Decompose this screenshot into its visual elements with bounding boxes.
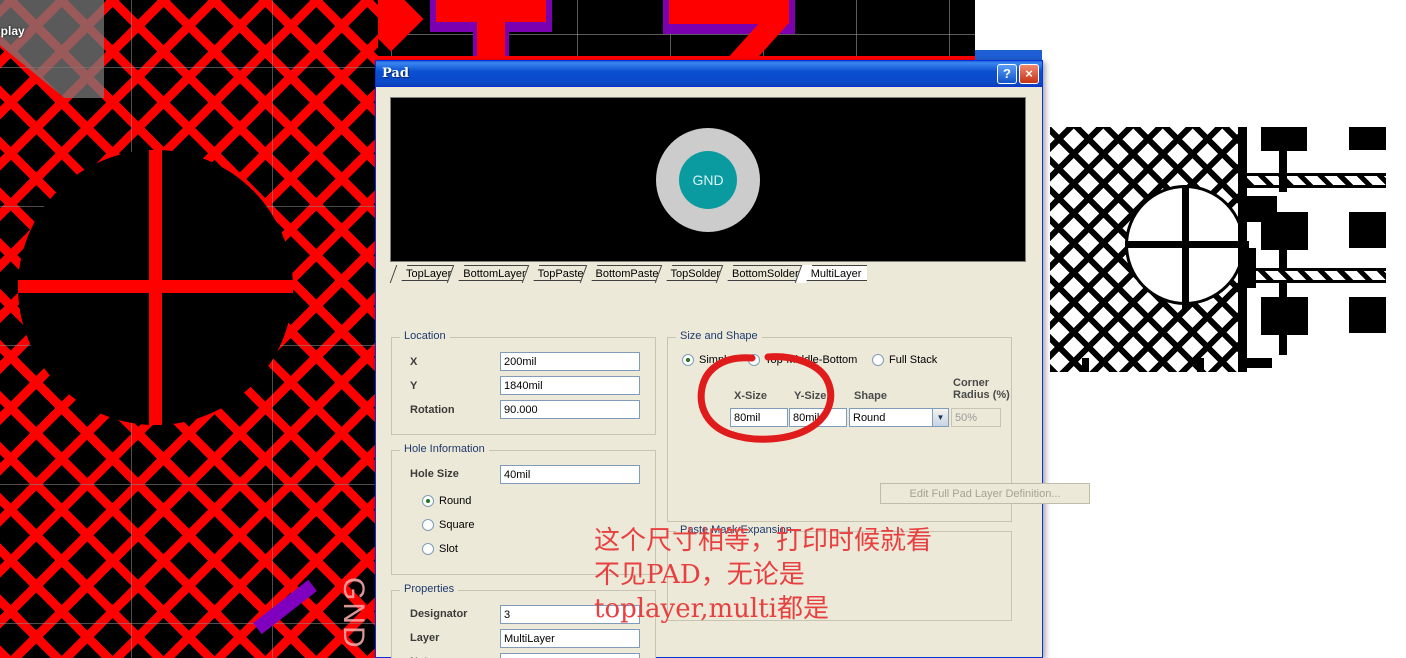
hole-information-group-legend: Hole Information: [400, 443, 489, 455]
y-input[interactable]: 1840mil: [500, 376, 640, 395]
layer-tab-label: MultiLayer: [810, 268, 862, 280]
pad-preview-pane: GND: [390, 97, 1026, 262]
layer-tab-bottomlayer[interactable]: BottomLayer: [455, 265, 532, 281]
y-size-column-header: Y-Size: [794, 390, 827, 402]
display-label: splay: [0, 24, 25, 38]
print-hatch-band: [1247, 173, 1386, 188]
size-and-shape-group-legend: Size and Shape: [676, 330, 762, 342]
properties-group-legend: Properties: [400, 583, 459, 595]
rotation-input[interactable]: 90.000: [500, 400, 640, 419]
size-mode-full-stack-radio[interactable]: Full Stack: [872, 354, 937, 366]
y-size-input[interactable]: 80mil: [789, 408, 847, 427]
print-pad: [1349, 212, 1386, 248]
shape-select-value: Round: [853, 411, 886, 424]
dialog-titlebar[interactable]: Pad ? ×: [376, 61, 1042, 87]
chevron-down-icon[interactable]: ▼: [932, 409, 948, 426]
layer-select[interactable]: MultiLayer: [500, 629, 640, 648]
print-thermal-spoke-horizontal: [1125, 241, 1249, 248]
screen: splay GND Pad: [0, 0, 1406, 658]
radio-dot-icon: [682, 354, 694, 366]
print-pad: [1349, 297, 1386, 333]
layer-tab-label: BottomLayer: [463, 268, 526, 280]
net-select[interactable]: GND: [500, 653, 640, 658]
hole-shape-slot-label: Slot: [439, 543, 458, 555]
dialog-title: Pad: [382, 66, 409, 81]
layer-tab-multilayer[interactable]: MultiLayer: [802, 265, 868, 281]
hole-size-input[interactable]: 40mil: [500, 465, 640, 484]
size-mode-top-middle-bottom-radio[interactable]: Top-Middle-Bottom: [748, 354, 857, 366]
hole-shape-square-label: Square: [439, 519, 475, 531]
hole-size-input-value: 40mil: [504, 469, 531, 481]
hole-shape-slot-radio[interactable]: Slot: [422, 543, 458, 555]
layer-tabstrip: TopLayer BottomLayer TopPaste BottomPast…: [398, 265, 1028, 282]
print-pad: [1349, 127, 1386, 150]
size-mode-full-stack-label: Full Stack: [889, 354, 938, 366]
pad-preview-net-label: GND: [692, 171, 724, 188]
corner-radius-input: 50%: [951, 408, 1001, 427]
print-trace: [1279, 330, 1287, 355]
pcb-canvas-left: splay GND: [0, 0, 378, 658]
hole-shape-square-radio[interactable]: Square: [422, 519, 474, 531]
size-and-shape-group: Size and Shape Simple Top-Middle-Bottom …: [667, 330, 1090, 522]
help-icon[interactable]: ?: [997, 63, 1017, 84]
y-label: Y: [410, 380, 418, 392]
net-label-gnd: GND: [337, 577, 370, 650]
layer-tab-label: BottomSolder: [732, 268, 799, 280]
print-trace: [1238, 358, 1272, 368]
rotation-label: Rotation: [410, 404, 455, 416]
radio-dot-icon: [422, 543, 434, 555]
print-trace: [1197, 358, 1204, 372]
dialog-body: GND TopLayer BottomLayer TopPaste Bottom…: [376, 87, 1090, 658]
hole-shape-round-label: Round: [439, 495, 472, 507]
hole-size-label: Hole Size: [410, 468, 459, 480]
close-icon[interactable]: ×: [1019, 63, 1039, 84]
radio-dot-icon: [422, 495, 434, 507]
size-mode-simple-radio[interactable]: Simple: [682, 354, 733, 366]
radio-dot-icon: [422, 519, 434, 531]
pcb-pad: [436, 0, 546, 22]
radio-dot-icon: [748, 354, 760, 366]
shape-select[interactable]: Round ▼: [849, 408, 949, 427]
size-mode-top-middle-bottom-label: Top-Middle-Bottom: [765, 354, 858, 366]
layer-label: Layer: [410, 632, 440, 644]
thermal-spoke-horizontal: [18, 280, 293, 293]
x-size-column-header: X-Size: [734, 390, 768, 402]
print-trace: [1279, 222, 1287, 270]
corner-radius-column-header: Corner Radius (%): [953, 377, 1010, 401]
hole-shape-round-radio[interactable]: Round: [422, 495, 471, 507]
print-preview-panel: 我是用PDFfactory 打印的，这是打印 效果: [1042, 0, 1406, 658]
size-mode-simple-label: Simple: [699, 354, 733, 366]
annotation-bottom-note: 这个尺寸相等，打印时候就看 不见PAD，无论是 toplayer,multi都是: [594, 526, 933, 624]
edit-full-pad-layer-definition-button: Edit Full Pad Layer Definition...: [880, 483, 1090, 504]
layer-tab-label: TopLayer: [406, 268, 452, 280]
print-trace: [1238, 127, 1247, 372]
pcb-canvas-top: Pad: [378, 0, 1042, 62]
layer-tab-bottompaste[interactable]: BottomPaste: [587, 265, 665, 281]
designator-label: Designator: [410, 608, 468, 620]
x-input[interactable]: 200mil: [500, 352, 640, 371]
layer-tab-label: TopPaste: [537, 268, 584, 280]
print-trace: [1247, 248, 1256, 288]
pad-preview-inner: GND: [679, 150, 737, 209]
location-group-legend: Location: [400, 330, 450, 342]
layer-tab-label: BottomPaste: [595, 268, 659, 280]
shape-column-header: Shape: [854, 390, 888, 402]
print-trace: [1279, 127, 1287, 192]
print-trace: [1082, 358, 1089, 372]
x-size-input[interactable]: 80mil: [730, 408, 788, 427]
layer-tab-label: TopSolder: [670, 268, 721, 280]
radio-dot-icon: [872, 354, 884, 366]
layer-tab-bottomsolder[interactable]: BottomSolder: [724, 265, 805, 281]
location-group: Location X 200mil Y 1840mil Rotation 90.…: [391, 330, 656, 435]
x-label: X: [410, 356, 418, 368]
print-hatch-band: [1247, 268, 1386, 283]
